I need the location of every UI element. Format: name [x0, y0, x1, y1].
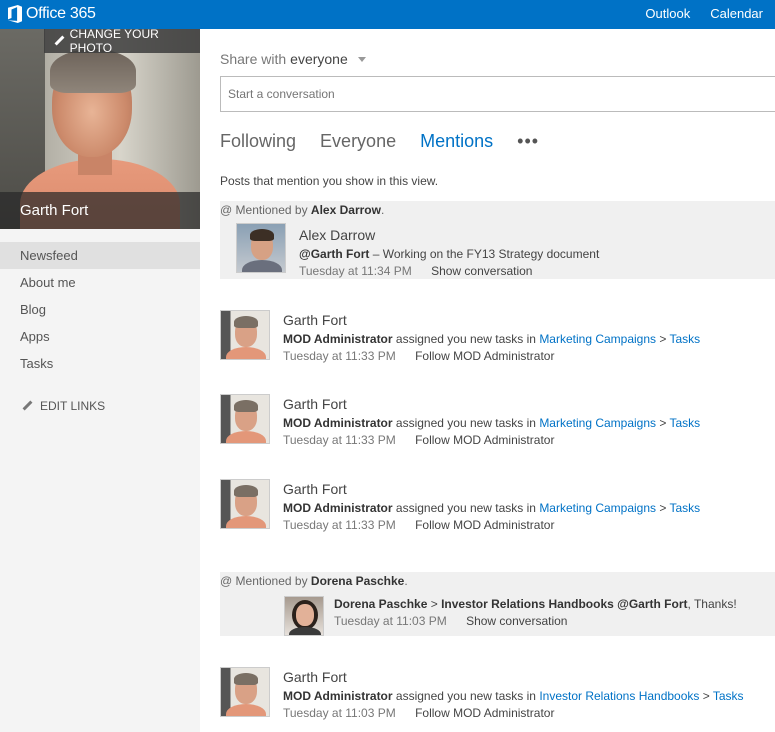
- pencil-icon: [54, 36, 64, 46]
- mentioner-name[interactable]: Dorena Paschke: [311, 574, 404, 588]
- post-body: MOD Administrator assigned you new tasks…: [283, 501, 701, 515]
- post-meta: Tuesday at 11:33 PM Follow MOD Administr…: [283, 349, 554, 363]
- edit-links-label: EDIT LINKS: [40, 399, 106, 413]
- view-description: Posts that mention you show in this view…: [220, 174, 439, 188]
- share-audience: everyone: [290, 51, 348, 67]
- sidebar-item-about-me[interactable]: About me: [0, 269, 200, 296]
- mention-tag[interactable]: @Garth Fort: [299, 247, 369, 261]
- show-conversation-link[interactable]: Show conversation: [466, 614, 567, 628]
- sidebar-nav: Newsfeed About me Blog Apps Tasks: [0, 242, 200, 377]
- post-author[interactable]: Garth Fort: [283, 396, 347, 412]
- share-audience-selector[interactable]: Share with everyone: [220, 51, 366, 67]
- follow-link[interactable]: Follow MOD Administrator: [415, 349, 554, 363]
- timestamp[interactable]: Tuesday at 11:34 PM: [299, 264, 412, 278]
- post-author[interactable]: Alex Darrow: [299, 227, 375, 243]
- mention-block: @ Mentioned by Alex Darrow. Alex Darrow …: [220, 201, 775, 279]
- avatar[interactable]: [236, 223, 286, 273]
- feed-tabs: Following Everyone Mentions •••: [220, 131, 539, 152]
- change-photo-label: CHANGE YOUR PHOTO: [69, 29, 159, 55]
- sidebar-item-blog[interactable]: Blog: [0, 296, 200, 323]
- edit-links-button[interactable]: EDIT LINKS: [22, 399, 105, 413]
- site-link[interactable]: Marketing Campaigns: [539, 416, 656, 430]
- list-link[interactable]: Tasks: [670, 332, 701, 346]
- show-conversation-link[interactable]: Show conversation: [431, 264, 532, 278]
- list-link[interactable]: Tasks: [713, 689, 744, 703]
- list-link[interactable]: Tasks: [670, 501, 701, 515]
- sidebar-item-tasks[interactable]: Tasks: [0, 350, 200, 377]
- actor-name[interactable]: MOD Administrator: [283, 501, 393, 515]
- office365-logo[interactable]: Office 365: [8, 5, 96, 23]
- tab-everyone[interactable]: Everyone: [320, 131, 396, 152]
- post-body: @Garth Fort – Working on the FY13 Strate…: [299, 247, 600, 261]
- office-logo-icon: [8, 5, 22, 23]
- at-icon: @: [220, 203, 233, 217]
- timestamp[interactable]: Tuesday at 11:33 PM: [283, 433, 396, 447]
- post-body: MOD Administrator assigned you new tasks…: [283, 689, 744, 703]
- mention-header: @ Mentioned by Dorena Paschke.: [220, 574, 408, 588]
- share-prefix: Share with: [220, 51, 287, 67]
- list-link[interactable]: Tasks: [670, 416, 701, 430]
- site-link[interactable]: Investor Relations Handbooks: [539, 689, 699, 703]
- change-photo-button[interactable]: CHANGE YOUR PHOTO: [44, 29, 200, 55]
- top-nav: Outlook Calendar: [645, 6, 763, 21]
- site-link[interactable]: Marketing Campaigns: [539, 501, 656, 515]
- follow-link[interactable]: Follow MOD Administrator: [415, 706, 554, 720]
- follow-link[interactable]: Follow MOD Administrator: [415, 433, 554, 447]
- list-item: Garth Fort MOD Administrator assigned yo…: [220, 310, 775, 370]
- post-meta: Tuesday at 11:33 PM Follow MOD Administr…: [283, 518, 554, 532]
- tab-following[interactable]: Following: [220, 131, 296, 152]
- top-bar: Office 365 Outlook Calendar: [0, 0, 775, 29]
- post-author[interactable]: Garth Fort: [283, 669, 347, 685]
- actor-name[interactable]: MOD Administrator: [283, 689, 393, 703]
- follow-link[interactable]: Follow MOD Administrator: [415, 518, 554, 532]
- post-author[interactable]: Garth Fort: [283, 481, 347, 497]
- post-meta: Tuesday at 11:03 PM Show conversation: [334, 614, 567, 628]
- post-meta: Tuesday at 11:34 PM Show conversation: [299, 264, 532, 278]
- timestamp[interactable]: Tuesday at 11:33 PM: [283, 349, 396, 363]
- post-body: MOD Administrator assigned you new tasks…: [283, 416, 701, 430]
- post-body: MOD Administrator assigned you new tasks…: [283, 332, 701, 346]
- list-item: Garth Fort MOD Administrator assigned yo…: [220, 394, 775, 454]
- post-author[interactable]: Garth Fort: [283, 312, 347, 328]
- conversation-input[interactable]: [220, 76, 775, 112]
- avatar[interactable]: [220, 667, 270, 717]
- mentioner-name[interactable]: Alex Darrow: [311, 203, 381, 217]
- sidebar: CHANGE YOUR PHOTO Garth Fort Newsfeed Ab…: [0, 29, 200, 732]
- list-item: Garth Fort MOD Administrator assigned yo…: [220, 479, 775, 539]
- timestamp[interactable]: Tuesday at 11:03 PM: [334, 614, 447, 628]
- chevron-down-icon: [357, 56, 366, 62]
- avatar[interactable]: [220, 479, 270, 529]
- profile-name: Garth Fort: [0, 192, 200, 229]
- timestamp[interactable]: Tuesday at 11:03 PM: [283, 706, 396, 720]
- sidebar-item-newsfeed[interactable]: Newsfeed: [0, 242, 200, 269]
- mention-tag[interactable]: @Garth Fort: [617, 597, 687, 611]
- avatar[interactable]: [220, 394, 270, 444]
- brand-name: Office 365: [26, 5, 96, 22]
- list-item: Garth Fort MOD Administrator assigned yo…: [220, 667, 775, 727]
- avatar[interactable]: [220, 310, 270, 360]
- main-content: Share with everyone Following Everyone M…: [200, 29, 775, 732]
- nav-outlook[interactable]: Outlook: [645, 6, 690, 21]
- pencil-icon: [22, 401, 32, 411]
- site-link[interactable]: Marketing Campaigns: [539, 332, 656, 346]
- post-author[interactable]: Dorena Paschke: [334, 597, 427, 611]
- sidebar-item-apps[interactable]: Apps: [0, 323, 200, 350]
- actor-name[interactable]: MOD Administrator: [283, 416, 393, 430]
- target-link[interactable]: Investor Relations Handbooks: [441, 597, 614, 611]
- post-body: Dorena Paschke > Investor Relations Hand…: [334, 597, 737, 611]
- tab-mentions[interactable]: Mentions: [420, 131, 493, 152]
- mention-block: @ Mentioned by Dorena Paschke. Dorena Pa…: [220, 572, 775, 636]
- timestamp[interactable]: Tuesday at 11:33 PM: [283, 518, 396, 532]
- mention-header: @ Mentioned by Alex Darrow.: [220, 203, 385, 217]
- post-meta: Tuesday at 11:33 PM Follow MOD Administr…: [283, 433, 554, 447]
- avatar[interactable]: [284, 596, 324, 636]
- actor-name[interactable]: MOD Administrator: [283, 332, 393, 346]
- profile-photo: CHANGE YOUR PHOTO Garth Fort: [0, 29, 200, 229]
- at-icon: @: [220, 574, 233, 588]
- more-icon[interactable]: •••: [517, 131, 539, 152]
- post-meta: Tuesday at 11:03 PM Follow MOD Administr…: [283, 706, 554, 720]
- nav-calendar[interactable]: Calendar: [710, 6, 763, 21]
